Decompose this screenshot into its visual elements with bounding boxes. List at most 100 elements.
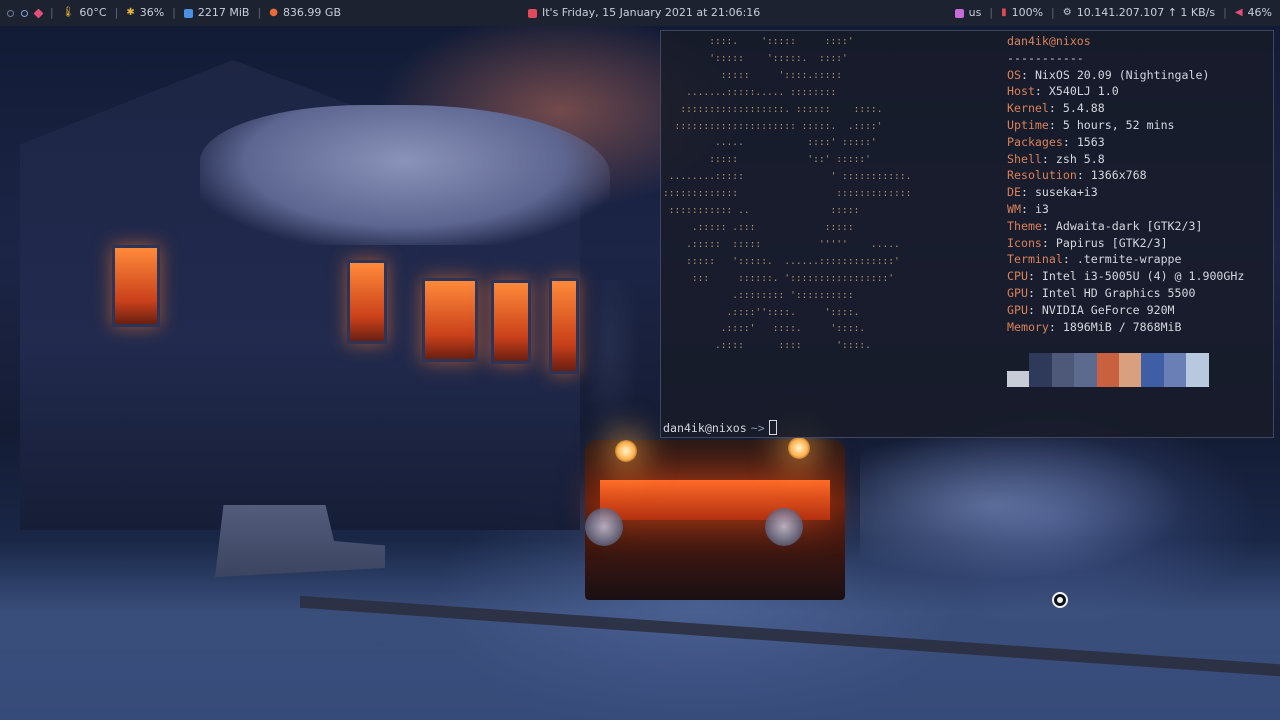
- info-key: Host: [1007, 84, 1035, 99]
- status-bar-left: | 🌡 60°C | ✱ 36% | 2217 MiB | ● 836.99 G…: [0, 0, 341, 26]
- info-value: 1896MiB / 7868MiB: [1062, 319, 1182, 334]
- info-value: suseka+i3: [1034, 185, 1098, 200]
- mouse-pointer-icon: [1052, 592, 1068, 608]
- info-row: Terminal: .termite-wrappe: [1007, 252, 1182, 267]
- info-row: Host: X540LJ 1.0: [1007, 84, 1119, 99]
- info-value: i3: [1034, 201, 1049, 216]
- info-key: Shell: [1007, 151, 1042, 166]
- volume-module[interactable]: ◀ 46%: [1235, 0, 1272, 26]
- shell-prompt[interactable]: dan4ik@nixos ~>: [663, 420, 777, 435]
- info-row: Kernel: 5.4.88: [1007, 101, 1105, 116]
- info-value: Intel HD Graphics 5500: [1041, 285, 1196, 300]
- thermometer-icon: 🌡: [61, 7, 75, 18]
- separator: |: [50, 6, 54, 19]
- palette-swatch: [1118, 353, 1142, 387]
- separator: |: [1051, 6, 1055, 19]
- workspace-1[interactable]: [7, 9, 14, 17]
- user-host-title: dan4ik@nixos: [1007, 34, 1091, 48]
- keyboard-module[interactable]: us: [954, 0, 982, 26]
- info-key: Packages: [1007, 134, 1063, 149]
- info-value: NixOS 20.09 (Nightingale): [1034, 67, 1210, 82]
- info-row: Theme: Adwaita-dark [GTK2/3]: [1007, 218, 1203, 233]
- datetime-text[interactable]: It's Friday, 15 January 2021 at 21:06:16: [542, 0, 760, 26]
- cpu-value: 36%: [139, 6, 165, 19]
- info-key: Icons: [1007, 235, 1042, 250]
- network-icon: ⚙: [1062, 7, 1072, 18]
- info-value: 5 hours, 52 mins: [1062, 117, 1175, 132]
- wallpaper-window: [549, 278, 579, 374]
- prompt-user-host: dan4ik@nixos: [663, 421, 747, 435]
- info-row: Shell: zsh 5.8: [1007, 151, 1105, 166]
- separator: |: [989, 6, 994, 19]
- status-bar-right: us | ▮ 100% | ⚙ 10.141.207.107 ↑ 1 KB/s …: [954, 0, 1272, 26]
- cpu-icon: ✱: [126, 7, 135, 18]
- wallpaper-window: [347, 260, 387, 344]
- title-underline: -----------: [1007, 50, 1084, 65]
- separator: |: [114, 6, 119, 19]
- status-bar-center: It's Friday, 15 January 2021 at 21:06:16: [528, 0, 760, 26]
- wallpaper-window: [491, 280, 531, 364]
- info-row: Icons: Papirus [GTK2/3]: [1007, 235, 1168, 250]
- info-value: NVIDIA GeForce 920M: [1041, 302, 1175, 317]
- palette-swatch: [1051, 353, 1075, 387]
- keyboard-layout: us: [968, 6, 982, 19]
- info-value: .termite-wrappe: [1076, 252, 1182, 267]
- disk-value: 836.99 GB: [282, 6, 341, 19]
- palette-swatch: [1163, 353, 1187, 387]
- workspace-2[interactable]: [21, 9, 28, 17]
- disk-module: ● 836.99 GB: [269, 0, 341, 26]
- wallpaper-lamp: [788, 437, 810, 459]
- palette-swatch: [1141, 353, 1164, 387]
- disk-icon: ●: [269, 7, 278, 18]
- info-key: DE: [1007, 185, 1021, 200]
- wallpaper-window: [112, 245, 160, 327]
- info-key: Theme: [1007, 218, 1042, 233]
- prompt-symbol: ~>: [750, 421, 765, 435]
- neofetch-info: dan4ik@nixos ----------- OS: NixOS 20.09…: [1007, 33, 1244, 335]
- info-key: Memory: [1007, 319, 1049, 334]
- info-row: Memory: 1896MiB / 7868MiB: [1007, 319, 1182, 334]
- info-value: Intel i3-5005U (4) @ 1.900GHz: [1041, 269, 1245, 284]
- info-key: GPU: [1007, 285, 1028, 300]
- workspace-3-active[interactable]: [33, 8, 44, 18]
- info-key: GPU: [1007, 302, 1028, 317]
- battery-module: ▮ 100%: [1001, 0, 1043, 26]
- info-row: Uptime: 5 hours, 52 mins: [1007, 117, 1175, 132]
- palette-swatch: [1029, 353, 1052, 387]
- info-row: WM: i3: [1007, 201, 1049, 216]
- nixos-ascii-logo: ::::. '::::: ::::' '::::: ':::::. ::::' …: [663, 36, 912, 352]
- network-module[interactable]: ⚙ 10.141.207.107 ↑ 1 KB/s: [1063, 0, 1215, 26]
- info-key: WM: [1007, 201, 1021, 216]
- info-value: X540LJ 1.0: [1048, 84, 1119, 99]
- wallpaper-wheel: [585, 508, 623, 546]
- info-value: 1366x768: [1090, 168, 1147, 183]
- separator: |: [172, 6, 176, 19]
- calendar-icon: [528, 8, 537, 18]
- volume-icon: ◀: [1234, 7, 1243, 18]
- color-palette: [1007, 353, 1209, 387]
- status-bar: | 🌡 60°C | ✱ 36% | 2217 MiB | ● 836.99 G…: [0, 0, 1280, 26]
- battery-icon: ▮: [1001, 7, 1007, 18]
- wallpaper-lamp: [615, 440, 637, 462]
- info-row: DE: suseka+i3: [1007, 185, 1098, 200]
- info-key: Kernel: [1007, 101, 1049, 116]
- memory-module: 2217 MiB: [183, 0, 249, 26]
- temperature-value: 60°C: [79, 6, 107, 19]
- info-key: CPU: [1007, 269, 1028, 284]
- info-row: GPU: Intel HD Graphics 5500: [1007, 285, 1196, 300]
- cpu-module: ✱ 36%: [126, 0, 164, 26]
- info-value: 5.4.88: [1062, 101, 1105, 116]
- separator: |: [257, 6, 262, 19]
- palette-swatch: [1186, 353, 1209, 387]
- info-key: Uptime: [1007, 117, 1049, 132]
- palette-swatch: [1007, 371, 1030, 387]
- wallpaper-train: [585, 440, 845, 600]
- terminal-window[interactable]: ::::. '::::: ::::' '::::: ':::::. ::::' …: [660, 30, 1274, 438]
- palette-swatch: [1074, 353, 1097, 387]
- info-row: OS: NixOS 20.09 (Nightingale): [1007, 67, 1210, 82]
- info-key: Resolution: [1007, 168, 1077, 183]
- network-value: 10.141.207.107 ↑ 1 KB/s: [1076, 6, 1216, 19]
- battery-value: 100%: [1011, 6, 1044, 19]
- info-row: CPU: Intel i3-5005U (4) @ 1.900GHz: [1007, 269, 1245, 284]
- wallpaper-roof-snow: [200, 105, 610, 245]
